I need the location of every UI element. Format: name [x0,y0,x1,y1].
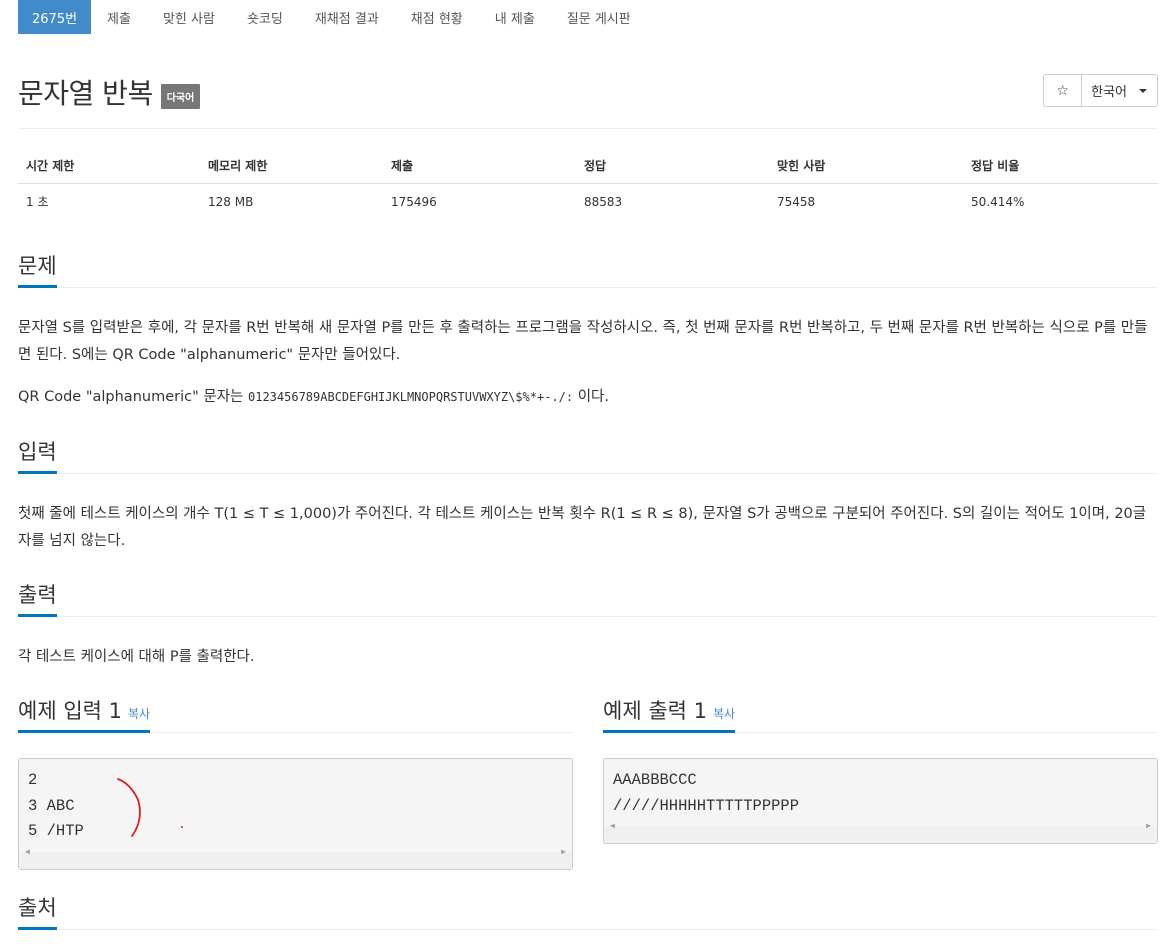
sample-input-box[interactable]: 2 3 ABC 5 /HTP ◀ ▶ [18,758,573,870]
source-section-header: 출처 [18,894,1158,930]
problem-section-header: 문제 [18,252,1158,288]
sample-output-heading: 예제 출력 1 복사 [603,697,736,733]
problem-description: 문자열 S를 입력받은 후에, 각 문자를 R번 반복해 새 문자열 P를 만든… [18,320,1148,363]
source-heading: 출처 [18,894,57,930]
input-heading: 입력 [18,438,57,474]
copy-input-link[interactable]: 복사 [128,707,150,721]
sample-input-title: 예제 입력 1 [18,699,122,723]
input-section-header: 입력 [18,438,1158,474]
tab-question-board[interactable]: 질문 게시판 [551,0,647,34]
tab-problem-number[interactable]: 2675번 [18,0,92,34]
header-memory-limit: 메모리 제한 [200,148,383,184]
output-description: 각 테스트 케이스에 대해 P를 출력한다. [18,649,255,665]
scroll-right-icon[interactable]: ▶ [1146,814,1151,840]
sample-output-line: /////HHHHHTTTTTPPPPP [613,796,800,815]
star-button[interactable]: ☆ [1043,74,1083,107]
output-section-header: 출력 [18,581,1158,617]
sample-input-header: 예제 입력 1 복사 [18,697,573,733]
alphanumeric-charset: 0123456789ABCDEFGHIJKLMNOPQRSTUVWXYZ\$%*… [248,390,574,404]
star-icon: ☆ [1056,82,1069,99]
tab-submit[interactable]: 제출 [91,0,147,34]
header-accept-ratio: 정답 비율 [963,148,1158,184]
tab-short-coding[interactable]: 숏코딩 [231,0,299,34]
copy-output-link[interactable]: 복사 [713,707,735,721]
language-label: 한국어 [1091,85,1127,100]
tab-rejudge-results[interactable]: 재채점 결과 [299,0,395,34]
sample-output-title: 예제 출력 1 [603,699,707,723]
sample-output-line: AAABBBCCC [613,771,697,789]
accept-ratio-value: 50.414% [971,194,1025,209]
problem-info-table: 시간 제한 메모리 제한 제출 정답 맞힌 사람 정답 비율 1 초 128 M… [18,148,1158,220]
alphanumeric-description: QR Code "alphanumeric" 문자는 0123456789ABC… [18,384,1158,411]
memory-limit-value: 128 MB [208,194,254,209]
sample-input-heading: 예제 입력 1 복사 [18,697,151,733]
submissions-value: 175496 [391,194,437,209]
table-header-row: 시간 제한 메모리 제한 제출 정답 맞힌 사람 정답 비율 [18,148,1158,184]
solved-users-value: 75458 [777,194,816,209]
sample-input-content: 2 3 ABC 5 /HTP [19,759,572,845]
alphanumeric-suffix: 이다. [573,389,610,405]
table-row: 1 초 128 MB 175496 88583 75458 50.414% [18,184,1158,220]
sample-output-header: 예제 출력 1 복사 [603,697,1158,733]
scroll-right-icon[interactable]: ▶ [561,840,566,866]
sample-input-line: 2 [28,771,38,789]
header-accepted: 정답 [576,148,769,184]
title-actions: ☆ 한국어 [1043,74,1158,107]
tab-judge-status[interactable]: 채점 현황 [395,0,479,34]
alphanumeric-prefix: QR Code "alphanumeric" 문자는 [18,389,248,405]
scroll-left-icon[interactable]: ◀ [25,840,30,866]
problem-heading: 문제 [18,252,57,288]
sample-input-line: 5 /HTP [28,822,84,840]
output-heading: 출력 [18,581,57,617]
sample-input-scrollbar[interactable]: ◀ ▶ [19,848,572,869]
problem-nav: 2675번 제출 맞힌 사람 숏코딩 재채점 결과 채점 현황 내 제출 질문 … [18,0,647,34]
time-limit-value: 1 초 [26,195,49,210]
title-divider [18,128,1158,129]
title-row: 문자열 반복 다국어 [18,72,201,112]
page-title: 문자열 반복 [18,77,153,110]
tab-my-submissions[interactable]: 내 제출 [479,0,551,34]
accepted-value: 88583 [584,194,623,209]
caret-down-icon [1139,88,1147,93]
header-solved-users: 맞힌 사람 [769,148,963,184]
sample-output-content: AAABBBCCC /////HHHHHTTTTTPPPPP [604,759,1157,819]
sample-output-scrollbar[interactable]: ◀ ▶ [604,822,1157,843]
language-dropdown[interactable]: 한국어 [1082,74,1158,107]
input-description: 첫째 줄에 테스트 케이스의 개수 T(1 ≤ T ≤ 1,000)가 주어진다… [18,506,1147,549]
multilingual-badge: 다국어 [160,83,201,109]
sample-input-line: 3 ABC [28,796,75,815]
tab-solved-users[interactable]: 맞힌 사람 [147,0,231,34]
header-time-limit: 시간 제한 [18,148,200,184]
header-submissions: 제출 [383,148,576,184]
sample-output-box[interactable]: AAABBBCCC /////HHHHHTTTTTPPPPP ◀ ▶ [603,758,1158,844]
scroll-left-icon[interactable]: ◀ [610,814,615,840]
